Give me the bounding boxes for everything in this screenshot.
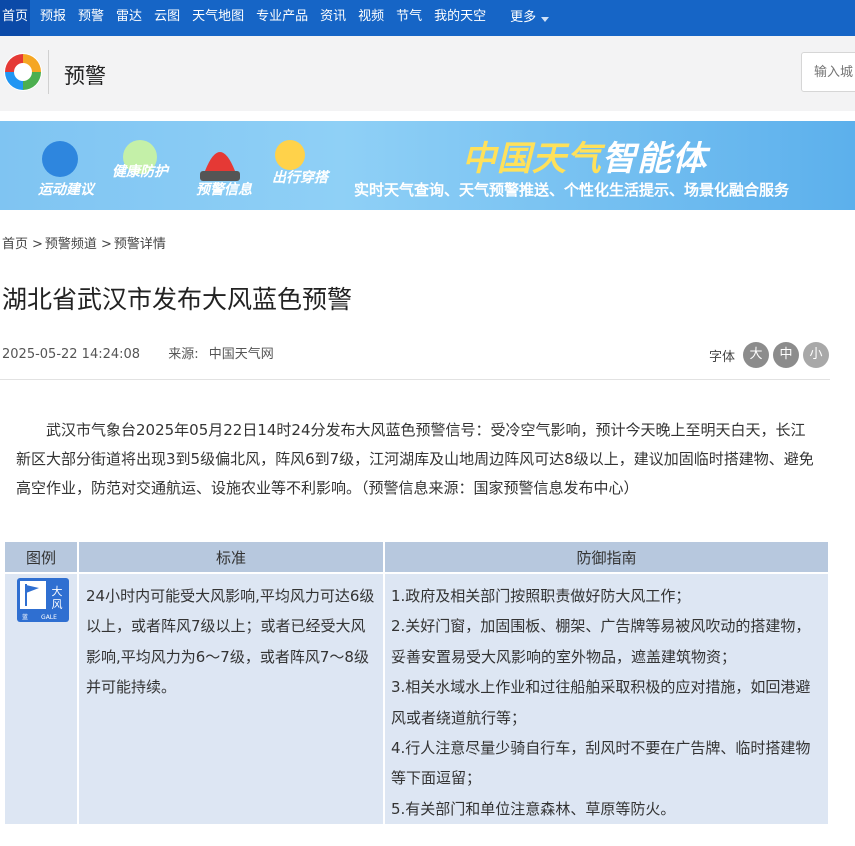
city-search-input[interactable] <box>801 52 855 92</box>
banner-subline: 实时天气查询、天气预警推送、个性化生活提示、场景化融合服务 <box>354 181 790 199</box>
header-divider <box>48 50 49 94</box>
table-header-standard: 标准 <box>77 540 385 574</box>
channel-title: 预警 <box>64 64 106 88</box>
banner-headline: 中国天气智能体 <box>462 131 707 180</box>
breadcrumb-warning-detail[interactable]: 预警详情 <box>114 237 166 252</box>
breadcrumb: 首页 > 预警频道 > 预警详情 <box>2 233 166 252</box>
nav-item-weather-map[interactable]: 天气地图 <box>192 0 250 36</box>
content-divider <box>0 379 830 380</box>
font-size-large-button[interactable]: 大 <box>743 342 770 368</box>
banner-item-health[interactable]: 健康防护 <box>112 161 168 181</box>
warning-table: 图例 标准 防御指南 大 风 蓝 GALE 24小时内可能受大风影响,平均风力可… <box>3 540 830 827</box>
publish-datetime: 2025-05-22 14:24:08 <box>2 347 141 362</box>
font-size-small-button[interactable]: 小 <box>803 342 830 368</box>
table-header-guide: 防御指南 <box>383 540 830 574</box>
nav-item-products[interactable]: 专业产品 <box>256 0 314 36</box>
article-meta: 2025-05-22 14:24:08 来源: 中国天气网 <box>2 343 274 362</box>
guide-cell: 1.政府及相关部门按照职责做好防大风工作； 2.关好门窗，加固围板、棚架、广告牌… <box>383 571 830 827</box>
page-title: 湖北省武汉市发布大风蓝色预警 <box>2 285 353 314</box>
banner-item-warning[interactable]: 预警信息 <box>196 179 252 199</box>
source-value: 中国天气网 <box>208 347 274 362</box>
nav-more-label: 更多 <box>510 10 537 25</box>
guide-item: 4.行人注意尽量少骑自行车，刮风时不要在广告牌、临时搭建物等下面逗留； <box>391 739 811 788</box>
banner-item-outfit[interactable]: 出行穿搭 <box>272 167 328 187</box>
standard-cell: 24小时内可能受大风影响,平均风力可达6级以上，或者阵风7级以上；或者已经受大风… <box>77 571 385 827</box>
breadcrumb-warning-channel[interactable]: 预警频道 <box>45 237 97 252</box>
breadcrumb-separator: > <box>32 237 43 252</box>
font-size-medium-button[interactable]: 中 <box>773 342 800 368</box>
breadcrumb-home[interactable]: 首页 <box>2 237 28 252</box>
nav-item-forecast[interactable]: 预报 <box>40 0 72 36</box>
chevron-down-icon <box>541 16 550 22</box>
icon-text-cn-2: 风 <box>52 598 63 611</box>
font-size-label: 字体 <box>709 349 736 365</box>
guide-item: 3.相关水域水上作业和过往船舶采取积极的应对措施，如回港避风或者绕道航行等； <box>391 678 811 727</box>
table-header-row: 图例 标准 防御指南 <box>3 540 830 574</box>
breadcrumb-separator: > <box>100 237 112 252</box>
top-nav: 首页 预报 预警 雷达 云图 天气地图 专业产品 资讯 视频 节气 我的天空 更… <box>0 0 855 36</box>
source-label: 来源: <box>168 347 199 362</box>
nav-item-news[interactable]: 资讯 <box>320 0 352 36</box>
banner-item-sport[interactable]: 运动建议 <box>38 179 94 199</box>
icon-text-level: 蓝 <box>22 613 28 621</box>
nav-item-my-sky[interactable]: 我的天空 <box>434 0 492 36</box>
gale-blue-warning-icon: 大 风 蓝 GALE <box>17 578 69 622</box>
icon-text-en: GALE <box>41 614 57 621</box>
warning-body-text: 武汉市气象台2025年05月22日14时24分发布大风蓝色预警信号：受冷空气影响… <box>16 421 814 497</box>
table-header-icon: 图例 <box>3 540 79 574</box>
standard-text: 24小时内可能受大风影响,平均风力可达6级以上，或者阵风7级以上；或者已经受大风… <box>86 587 375 697</box>
icon-text-cn-1: 大 <box>52 584 63 598</box>
nav-more-menu[interactable]: 更多 <box>510 0 555 36</box>
guide-item: 2.关好门窗，加固围板、棚架、广告牌等易被风吹动的搭建物，妥善安置易受大风影响的… <box>391 617 811 666</box>
nav-item-cloud[interactable]: 云图 <box>154 0 186 36</box>
nav-item-warning[interactable]: 预警 <box>78 0 110 36</box>
nav-item-video[interactable]: 视频 <box>358 0 390 36</box>
banner-headline-a: 中国天气 <box>462 139 602 179</box>
banner-headline-b: 智能体 <box>602 139 707 179</box>
nav-item-solar-terms[interactable]: 节气 <box>396 0 428 36</box>
nav-item-home[interactable]: 首页 <box>0 0 31 36</box>
warning-icon-cell: 大 风 蓝 GALE <box>3 571 79 827</box>
channel-header: 预警 <box>0 36 855 111</box>
table-row: 大 风 蓝 GALE 24小时内可能受大风影响,平均风力可达6级以上，或者阵风7… <box>3 571 830 827</box>
guide-item: 5.有关部门和单位注意森林、草原等防火。 <box>391 799 676 818</box>
nav-item-radar[interactable]: 雷达 <box>116 0 148 36</box>
guide-item: 1.政府及相关部门按照职责做好防大风工作； <box>391 587 691 605</box>
font-size-switcher: 字体 大 中 小 <box>709 342 830 368</box>
promo-banner[interactable]: 运动建议 健康防护 预警信息 出行穿搭 中国天气智能体 实时天气查询、天气预警推… <box>0 121 855 210</box>
site-logo[interactable] <box>2 51 44 93</box>
